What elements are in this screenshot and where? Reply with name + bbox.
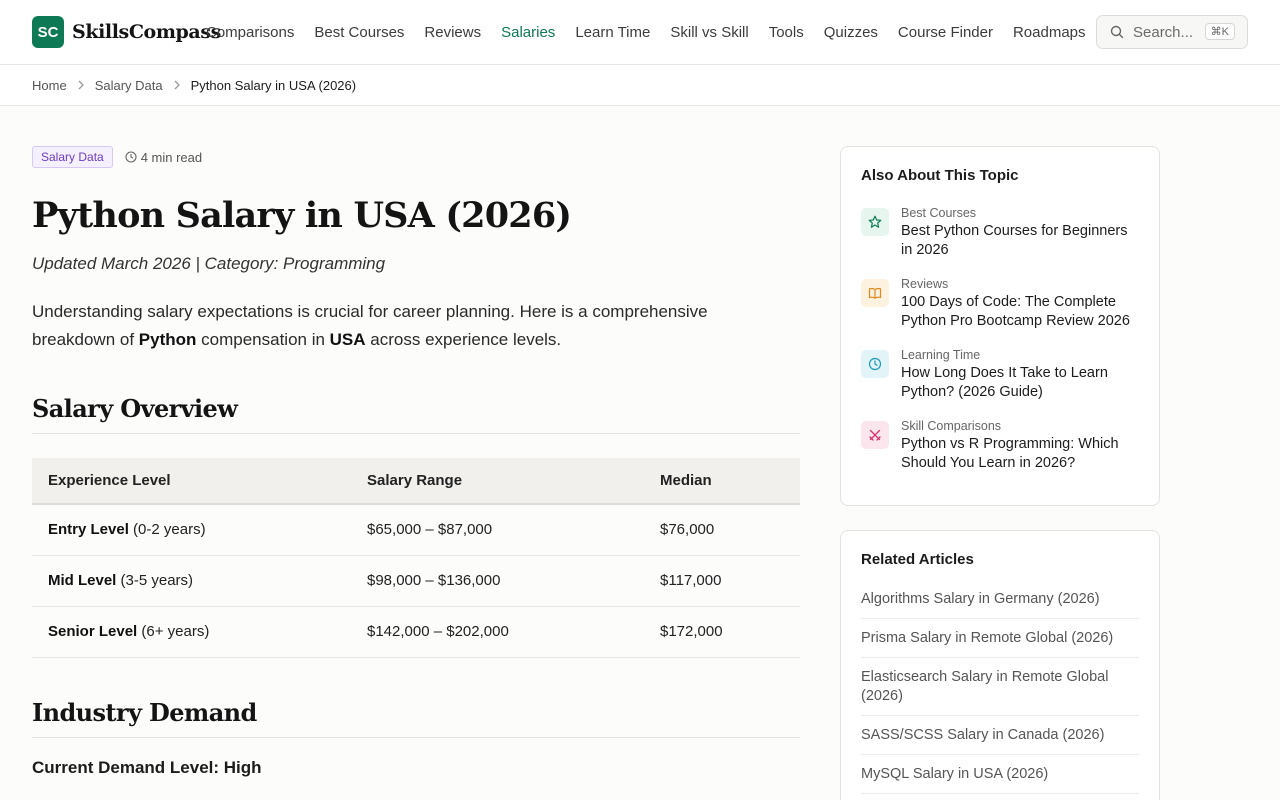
related-article-link[interactable]: Prisma Salary in Remote Global (2026) xyxy=(861,629,1139,658)
read-time: 4 min read xyxy=(125,150,202,165)
nav-learn-time[interactable]: Learn Time xyxy=(575,24,650,41)
search-input[interactable] xyxy=(1133,23,1203,41)
site-header: SC SkillsCompass Comparisons Best Course… xyxy=(0,0,1280,65)
column-header: Experience Level xyxy=(32,458,351,505)
column-header: Salary Range xyxy=(351,458,644,505)
topic-item[interactable]: Reviews 100 Days of Code: The Complete P… xyxy=(861,277,1139,331)
nav-tools[interactable]: Tools xyxy=(769,24,804,41)
table-row: Mid Level (3-5 years) $98,000 – $136,000… xyxy=(32,555,800,607)
topic-item[interactable]: Skill Comparisons Python vs R Programmin… xyxy=(861,419,1139,473)
experience-years: (6+ years) xyxy=(137,623,210,640)
card-title: Also About This Topic xyxy=(861,167,1019,184)
clock-icon xyxy=(861,350,889,378)
logo-badge: SC xyxy=(32,16,64,48)
experience-cell: Senior Level (6+ years) xyxy=(32,606,351,658)
topic-link[interactable]: Python vs R Programming: Which Should Yo… xyxy=(901,435,1139,473)
site-logo[interactable]: SC SkillsCompass xyxy=(32,16,221,48)
topic-item[interactable]: Best Courses Best Python Courses for Beg… xyxy=(861,206,1139,260)
card-title: Related Articles xyxy=(861,551,974,568)
section-heading-salary-overview: Salary Overview xyxy=(32,394,800,434)
nav-salaries[interactable]: Salaries xyxy=(501,24,555,41)
topic-link[interactable]: How Long Does It Take to Learn Python? (… xyxy=(901,364,1139,402)
related-article-link[interactable]: MySQL Salary in USA (2026) xyxy=(861,765,1139,794)
breadcrumb-current: Python Salary in USA (2026) xyxy=(190,77,357,93)
median-cell: $117,000 xyxy=(644,555,800,607)
article: Salary Data 4 min read Python Salary in … xyxy=(32,146,800,778)
topic-link[interactable]: 100 Days of Code: The Complete Python Pr… xyxy=(901,293,1139,331)
topic-category: Learning Time xyxy=(901,348,981,362)
experience-cell: Mid Level (3-5 years) xyxy=(32,555,351,607)
experience-level: Entry Level xyxy=(48,521,129,539)
clock-icon xyxy=(125,151,137,163)
search-icon xyxy=(1110,25,1124,39)
star-icon xyxy=(861,208,889,236)
experience-cell: Entry Level (0-2 years) xyxy=(32,504,351,556)
chevron-right-icon xyxy=(67,80,95,90)
salary-range-cell: $142,000 – $202,000 xyxy=(351,606,644,658)
experience-level: Senior Level xyxy=(48,623,138,640)
search-box[interactable]: ⌘K xyxy=(1096,15,1248,49)
intro-paragraph: Understanding salary expectations is cru… xyxy=(32,298,752,354)
search-shortcut: ⌘K xyxy=(1204,23,1235,40)
swords-icon xyxy=(861,421,889,449)
breadcrumb-section[interactable]: Salary Data xyxy=(95,78,163,93)
nav-comparisons[interactable]: Comparisons xyxy=(206,24,294,41)
table-row: Entry Level (0-2 years) $65,000 – $87,00… xyxy=(32,504,800,556)
salary-table: Experience Level Salary Range Median Ent… xyxy=(32,458,800,658)
also-about-topic-card: Also About This Topic Best Courses Best … xyxy=(840,146,1160,506)
updated-line: Updated March 2026 | Category: Programmi… xyxy=(32,254,386,273)
median-cell: $172,000 xyxy=(644,606,800,658)
nav-skill-vs-skill[interactable]: Skill vs Skill xyxy=(670,24,748,41)
salary-range-cell: $65,000 – $87,000 xyxy=(351,504,644,556)
topic-category: Best Courses xyxy=(901,206,977,220)
page-title: Python Salary in USA (2026) xyxy=(32,195,572,236)
topic-link[interactable]: Best Python Courses for Beginners in 202… xyxy=(901,222,1139,260)
intro-text: compensation in xyxy=(196,330,330,349)
nav-roadmaps[interactable]: Roadmaps xyxy=(1013,24,1086,41)
section-heading-industry-demand: Industry Demand xyxy=(32,698,800,738)
article-meta: Salary Data 4 min read xyxy=(32,146,800,168)
nav-course-finder[interactable]: Course Finder xyxy=(898,24,993,41)
table-row: Senior Level (6+ years) $142,000 – $202,… xyxy=(32,606,800,658)
demand-level: Current Demand Level: High xyxy=(32,757,262,777)
chevron-right-icon xyxy=(163,80,191,90)
intro-text: across experience levels. xyxy=(365,330,562,349)
topic-item[interactable]: Learning Time How Long Does It Take to L… xyxy=(861,348,1139,402)
logo-text: SkillsCompass xyxy=(72,21,221,43)
related-list: Algorithms Salary in Germany (2026) Pris… xyxy=(861,590,1139,794)
intro-country: USA xyxy=(329,330,366,349)
experience-years: (3-5 years) xyxy=(116,572,194,589)
category-tag[interactable]: Salary Data xyxy=(32,146,113,168)
column-header: Median xyxy=(644,458,800,505)
read-time-label: 4 min read xyxy=(140,149,203,165)
book-icon xyxy=(861,279,889,307)
nav-quizzes[interactable]: Quizzes xyxy=(824,24,878,41)
nav-reviews[interactable]: Reviews xyxy=(424,24,481,41)
related-articles-card: Related Articles Algorithms Salary in Ge… xyxy=(840,530,1160,800)
salary-range-cell: $98,000 – $136,000 xyxy=(351,555,644,607)
table-header-row: Experience Level Salary Range Median xyxy=(32,458,800,505)
topic-category: Reviews xyxy=(901,277,949,291)
experience-level: Mid Level xyxy=(48,572,117,589)
main-nav: Comparisons Best Courses Reviews Salarie… xyxy=(206,0,1106,64)
related-article-link[interactable]: Elasticsearch Salary in Remote Global (2… xyxy=(861,668,1139,716)
related-article-link[interactable]: Algorithms Salary in Germany (2026) xyxy=(861,590,1139,619)
nav-best-courses[interactable]: Best Courses xyxy=(314,24,404,41)
breadcrumb-home[interactable]: Home xyxy=(32,78,67,93)
experience-years: (0-2 years) xyxy=(128,521,206,539)
median-cell: $76,000 xyxy=(644,504,800,556)
breadcrumb: Home Salary Data Python Salary in USA (2… xyxy=(0,65,1280,106)
topic-category: Skill Comparisons xyxy=(901,419,1002,433)
related-article-link[interactable]: SASS/SCSS Salary in Canada (2026) xyxy=(861,726,1139,755)
intro-skill: Python xyxy=(138,330,197,349)
